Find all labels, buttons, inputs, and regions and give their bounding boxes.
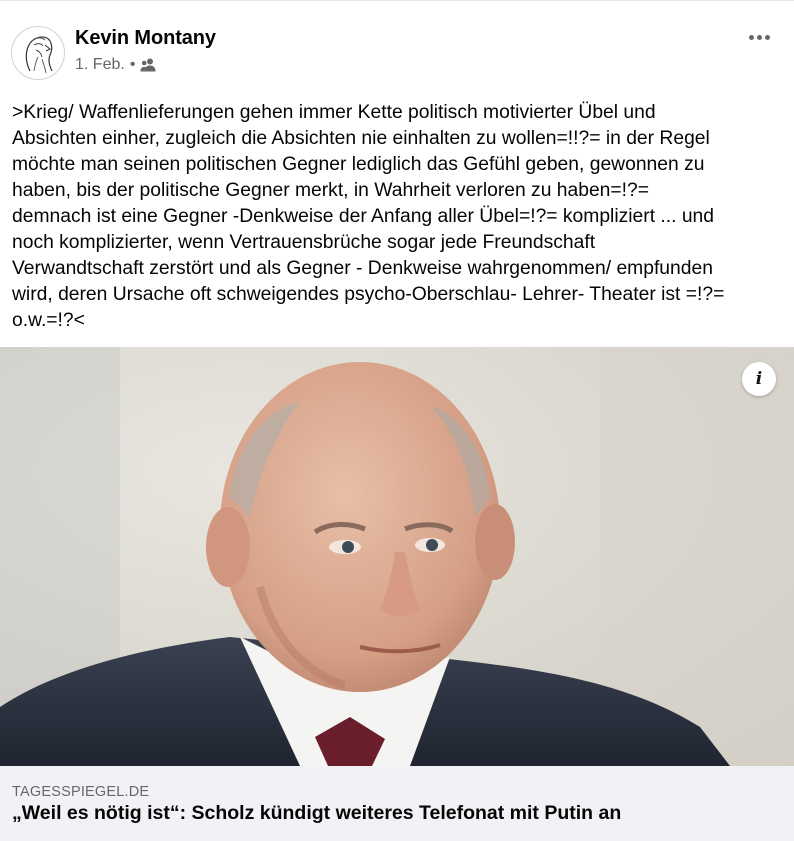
meta-separator: •	[129, 56, 136, 73]
link-headline[interactable]: „Weil es nötig ist“: Scholz kündigt weit…	[12, 802, 621, 825]
more-options-icon[interactable]	[746, 29, 772, 45]
link-domain: TAGESSPIEGEL.DE	[12, 784, 150, 800]
info-icon[interactable]: i	[742, 362, 776, 396]
post-author-name[interactable]: Kevin Montany	[75, 27, 216, 50]
portrait-photo	[0, 347, 794, 766]
top-divider	[0, 0, 794, 1]
avatar[interactable]	[11, 26, 65, 80]
post-date[interactable]: 1. Feb.	[75, 56, 125, 74]
link-preview-image[interactable]	[0, 347, 794, 766]
friends-icon[interactable]	[140, 58, 156, 72]
post-meta: 1. Feb. •	[75, 56, 156, 74]
post-text: >Krieg/ Waffenlieferungen gehen immer Ke…	[12, 102, 725, 331]
avatar-sketch-icon	[25, 36, 53, 74]
